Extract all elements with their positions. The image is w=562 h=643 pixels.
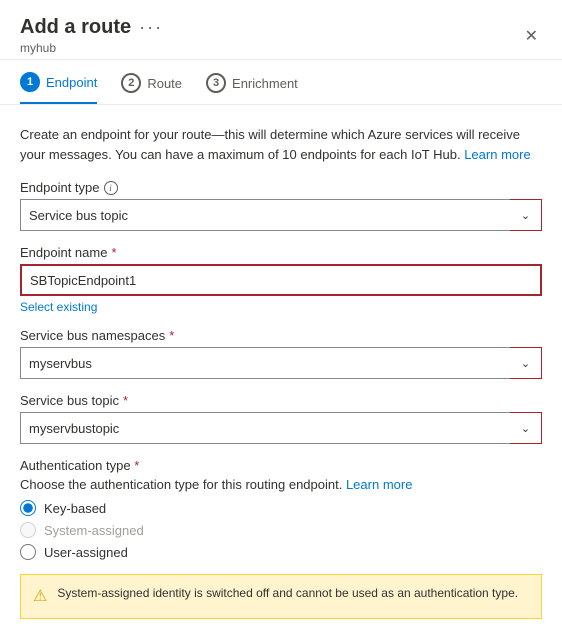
radio-input-key-based[interactable] bbox=[20, 500, 36, 516]
radio-input-user-assigned[interactable] bbox=[20, 544, 36, 560]
endpoint-type-label: Endpoint type i bbox=[20, 180, 542, 195]
endpoint-type-select[interactable]: Service bus topic bbox=[20, 199, 542, 231]
learn-more-link[interactable]: Learn more bbox=[464, 147, 530, 162]
endpoint-type-field: Endpoint type i Service bus topic ⌄ bbox=[20, 180, 542, 231]
radio-key-based[interactable]: Key-based bbox=[20, 500, 542, 516]
required-indicator-ns: * bbox=[169, 328, 174, 343]
required-indicator: * bbox=[111, 245, 116, 260]
service-bus-topic-dropdown-btn[interactable]: ⌄ bbox=[510, 412, 542, 444]
auth-description: Choose the authentication type for this … bbox=[20, 477, 542, 492]
close-button[interactable]: ✕ bbox=[521, 22, 542, 50]
add-route-panel: Add a route ··· myhub ✕ 1 Endpoint 2 Rou… bbox=[0, 0, 562, 635]
panel-header: Add a route ··· myhub ✕ bbox=[0, 0, 562, 60]
steps-bar: 1 Endpoint 2 Route 3 Enrichment bbox=[0, 60, 562, 105]
auth-title: Authentication type * bbox=[20, 458, 542, 473]
required-indicator-topic: * bbox=[123, 393, 128, 408]
service-bus-topic-select-wrapper: myservbustopic ⌄ bbox=[20, 412, 542, 444]
panel-subtitle: myhub bbox=[20, 41, 163, 55]
radio-system-assigned[interactable]: System-assigned bbox=[20, 522, 542, 538]
service-bus-topic-select[interactable]: myservbustopic bbox=[20, 412, 542, 444]
step-circle-2: 2 bbox=[121, 73, 141, 93]
step-circle-1: 1 bbox=[20, 72, 40, 92]
service-bus-namespace-dropdown-btn[interactable]: ⌄ bbox=[510, 347, 542, 379]
service-bus-topic-field: Service bus topic * myservbustopic ⌄ bbox=[20, 393, 542, 444]
endpoint-name-field: Endpoint name * Select existing bbox=[20, 245, 542, 314]
step-enrichment[interactable]: 3 Enrichment bbox=[206, 73, 298, 103]
required-indicator-auth: * bbox=[134, 458, 139, 473]
more-options-icon[interactable]: ··· bbox=[139, 17, 163, 38]
auth-learn-more-link[interactable]: Learn more bbox=[346, 477, 412, 492]
close-icon: ✕ bbox=[525, 26, 538, 46]
service-bus-namespace-field: Service bus namespaces * myservbus ⌄ bbox=[20, 328, 542, 379]
select-existing-link[interactable]: Select existing bbox=[20, 300, 97, 314]
endpoint-name-label: Endpoint name * bbox=[20, 245, 542, 260]
description-text: Create an endpoint for your route—this w… bbox=[20, 125, 542, 164]
step-label-endpoint: Endpoint bbox=[46, 75, 97, 90]
service-bus-namespace-select-wrapper: myservbus ⌄ bbox=[20, 347, 542, 379]
radio-user-assigned[interactable]: User-assigned bbox=[20, 544, 542, 560]
chevron-down-icon: ⌄ bbox=[521, 209, 530, 222]
chevron-down-icon: ⌄ bbox=[521, 357, 530, 370]
step-circle-3: 3 bbox=[206, 73, 226, 93]
title-row: Add a route ··· bbox=[20, 16, 163, 39]
radio-input-system-assigned bbox=[20, 522, 36, 538]
chevron-down-icon: ⌄ bbox=[521, 422, 530, 435]
step-label-enrichment: Enrichment bbox=[232, 76, 298, 91]
auth-radio-group: Key-based System-assigned User-assigned bbox=[20, 500, 542, 560]
endpoint-type-info-icon[interactable]: i bbox=[104, 181, 118, 195]
step-endpoint[interactable]: 1 Endpoint bbox=[20, 72, 97, 104]
endpoint-type-dropdown-btn[interactable]: ⌄ bbox=[510, 199, 542, 231]
authentication-section: Authentication type * Choose the authent… bbox=[20, 458, 542, 560]
endpoint-type-select-wrapper: Service bus topic ⌄ bbox=[20, 199, 542, 231]
step-route[interactable]: 2 Route bbox=[121, 73, 182, 103]
content-area: Create an endpoint for your route—this w… bbox=[0, 105, 562, 635]
warning-banner: ⚠ System-assigned identity is switched o… bbox=[20, 574, 542, 619]
warning-icon: ⚠ bbox=[33, 586, 47, 608]
title-group: Add a route ··· myhub bbox=[20, 16, 163, 55]
service-bus-namespace-label: Service bus namespaces * bbox=[20, 328, 542, 343]
step-label-route: Route bbox=[147, 76, 182, 91]
service-bus-topic-label: Service bus topic * bbox=[20, 393, 542, 408]
service-bus-namespace-select[interactable]: myservbus bbox=[20, 347, 542, 379]
warning-text: System-assigned identity is switched off… bbox=[57, 585, 518, 602]
panel-title: Add a route bbox=[20, 16, 131, 39]
endpoint-name-input[interactable] bbox=[20, 264, 542, 296]
